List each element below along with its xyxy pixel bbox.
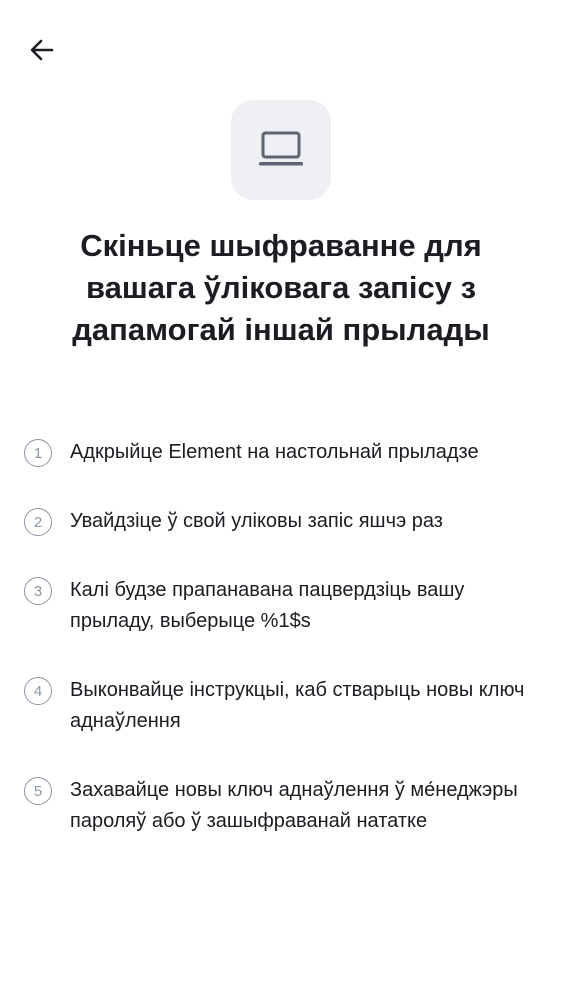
device-icon-container — [231, 100, 331, 200]
back-button[interactable] — [22, 30, 62, 70]
arrow-left-icon — [30, 39, 54, 61]
step-item: 3 Калі будзе прапанавана пацвердзіць ваш… — [24, 575, 544, 637]
step-text: Захавайце новы ключ аднаўлення ў ме́недж… — [70, 779, 518, 832]
step-item: 2 Увайдзіце ў свой уліковы запіс яшчэ ра… — [24, 506, 544, 537]
step-number-badge: 2 — [24, 508, 52, 536]
step-item: 5 Захавайце новы ключ аднаўлення ў ме́не… — [24, 775, 544, 837]
step-text: Увайдзіце ў свой уліковы запіс яшчэ раз — [70, 510, 443, 532]
instruction-steps: 1 Адкрыйце Element на настольнай прыладз… — [24, 437, 544, 837]
step-text: Адкрыйце Element на настольнай прыладзе — [70, 441, 479, 463]
step-number-badge: 3 — [24, 577, 52, 605]
step-item: 1 Адкрыйце Element на настольнай прыладз… — [24, 437, 544, 468]
step-number-badge: 1 — [24, 439, 52, 467]
laptop-icon — [259, 131, 303, 166]
step-number-badge: 5 — [24, 777, 52, 805]
step-item: 4 Выконвайце інструкцыі, каб стварыць но… — [24, 675, 544, 737]
step-text: Калі будзе прапанавана пацвердзіць вашу … — [70, 579, 465, 632]
page-title: Скіньце шыфраванне для вашага ўліковага … — [72, 228, 490, 347]
step-text: Выконвайце інструкцыі, каб стварыць новы… — [70, 679, 525, 732]
step-number-badge: 4 — [24, 677, 52, 705]
